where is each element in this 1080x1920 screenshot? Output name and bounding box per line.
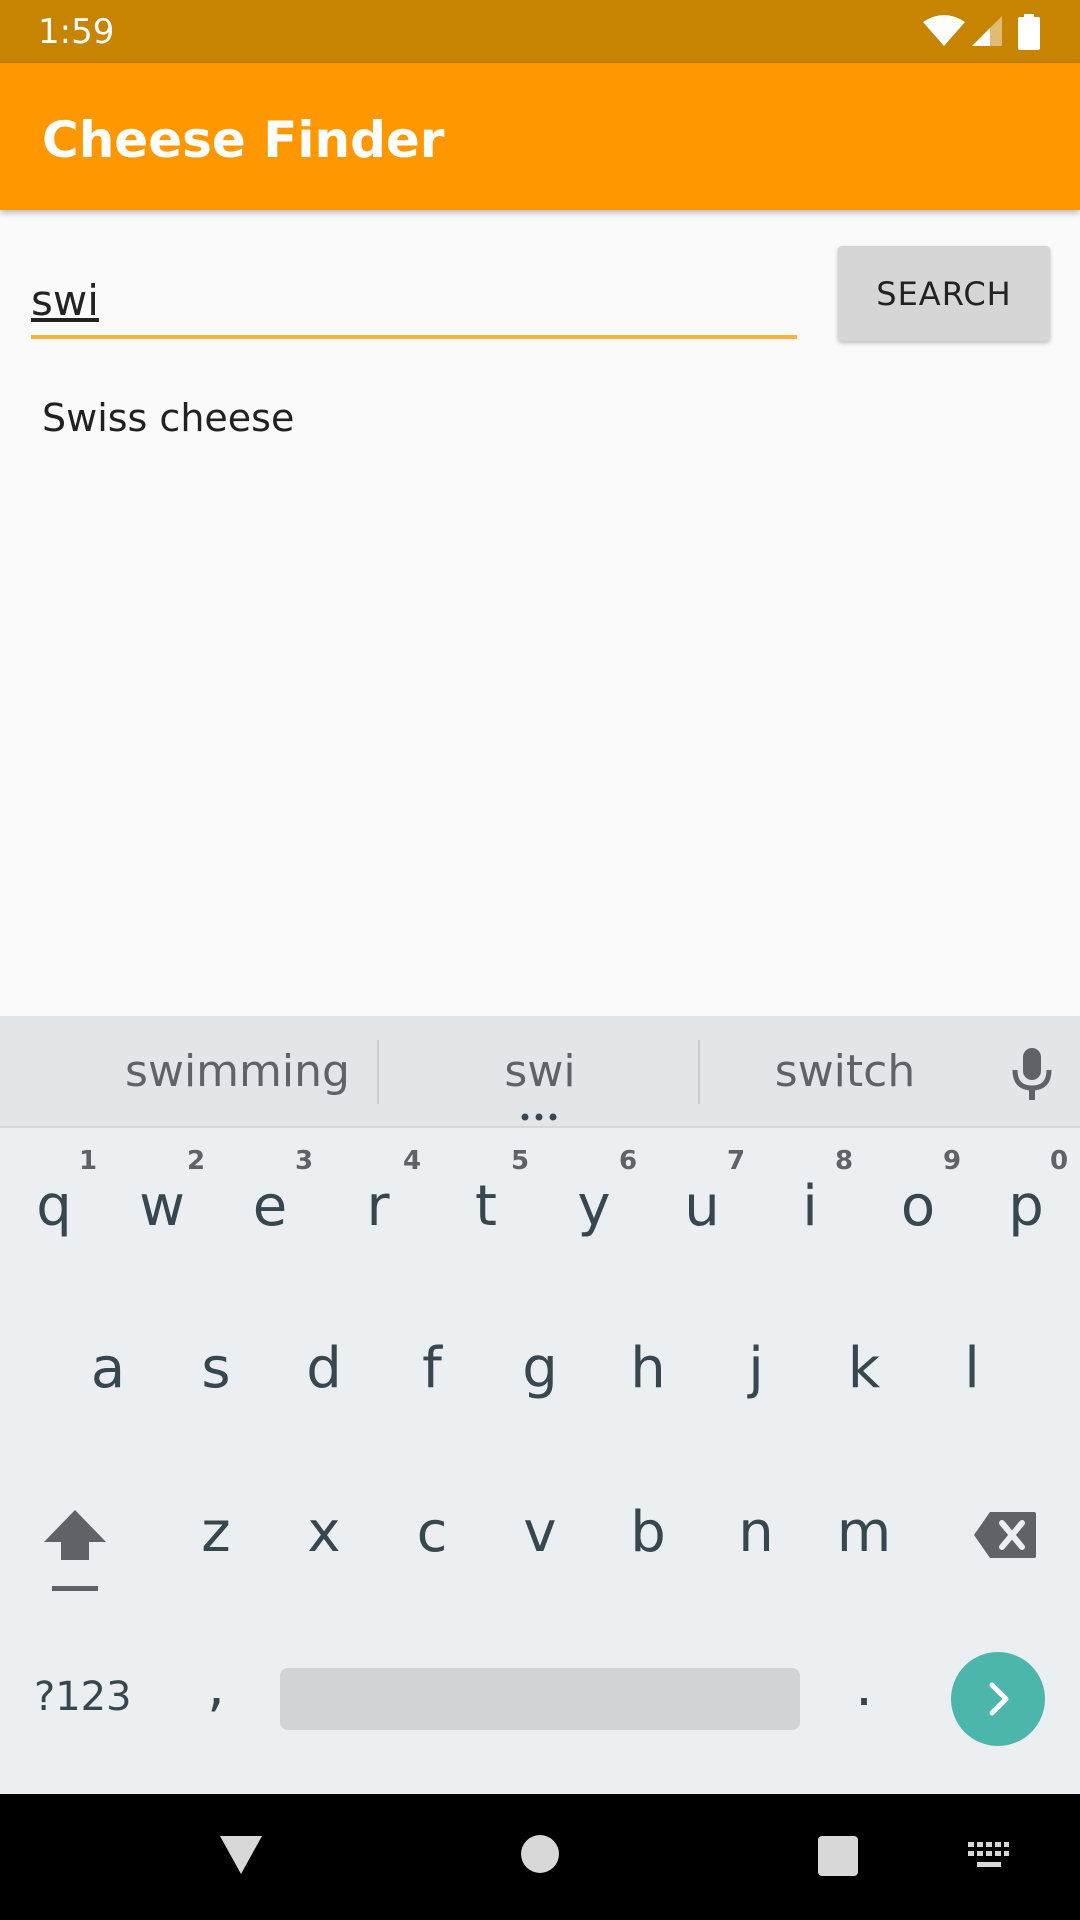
key-c[interactable]: c <box>392 1500 472 1565</box>
key-hint: 8 <box>835 1146 854 1176</box>
symbols-key[interactable]: ?123 <box>34 1674 132 1720</box>
key-f[interactable]: f <box>392 1336 472 1401</box>
key-y[interactable]: y <box>554 1174 634 1239</box>
suggestion-divider <box>698 1040 700 1104</box>
key-t[interactable]: t <box>446 1174 526 1239</box>
key-hint: 6 <box>619 1146 638 1176</box>
status-bar: 1:59 <box>0 0 1080 63</box>
key-l[interactable]: l <box>932 1336 1012 1401</box>
suggestion-swimming[interactable]: swimming <box>120 1046 355 1097</box>
recents-icon[interactable] <box>818 1836 858 1876</box>
key-hint: 1 <box>79 1146 98 1176</box>
key-comma[interactable]: , <box>176 1654 256 1719</box>
key-p[interactable]: p <box>986 1174 1066 1239</box>
key-n[interactable]: n <box>716 1500 796 1565</box>
navigation-bar <box>0 1794 1080 1920</box>
spacebar[interactable] <box>280 1668 800 1730</box>
key-e[interactable]: e <box>230 1174 310 1239</box>
suggestion-switch[interactable]: switch <box>740 1046 950 1097</box>
key-hint: 5 <box>511 1146 530 1176</box>
battery-icon <box>1018 14 1040 50</box>
shift-icon[interactable] <box>42 1508 108 1594</box>
microphone-icon[interactable] <box>1008 1046 1056 1102</box>
key-i[interactable]: i <box>770 1174 850 1239</box>
wifi-icon <box>923 15 965 46</box>
status-time: 1:59 <box>38 12 115 52</box>
key-x[interactable]: x <box>284 1500 364 1565</box>
key-z[interactable]: z <box>176 1500 256 1565</box>
key-u[interactable]: u <box>662 1174 742 1239</box>
key-s[interactable]: s <box>176 1336 256 1401</box>
key-b[interactable]: b <box>608 1500 688 1565</box>
enter-key[interactable] <box>951 1652 1045 1746</box>
more-suggestions-dots-icon <box>521 1113 557 1121</box>
key-m[interactable]: m <box>824 1500 904 1565</box>
chevron-right-icon <box>989 1682 1009 1716</box>
back-icon[interactable] <box>218 1834 264 1876</box>
suggestion-swi[interactable]: swi <box>440 1046 640 1097</box>
key-hint: 9 <box>943 1146 962 1176</box>
key-v[interactable]: v <box>500 1500 580 1565</box>
key-hint: 2 <box>187 1146 206 1176</box>
key-period[interactable]: . <box>824 1654 904 1719</box>
key-hint: 0 <box>1050 1146 1069 1176</box>
key-hint: 3 <box>295 1146 314 1176</box>
suggestion-strip: swimming swi switch <box>0 1016 1080 1128</box>
cellular-signal-icon <box>972 16 1002 46</box>
suggestion-divider <box>377 1040 379 1104</box>
key-hint: 7 <box>727 1146 746 1176</box>
keyboard-switch-icon[interactable] <box>966 1840 1010 1870</box>
search-button[interactable]: SEARCH <box>838 246 1050 341</box>
backspace-icon[interactable] <box>972 1510 1038 1560</box>
key-w[interactable]: w <box>122 1174 202 1239</box>
key-q[interactable]: q <box>14 1174 94 1239</box>
result-item[interactable]: Swiss cheese <box>42 396 294 440</box>
key-a[interactable]: a <box>68 1336 148 1401</box>
app-title: Cheese Finder <box>42 111 445 169</box>
key-o[interactable]: o <box>878 1174 958 1239</box>
key-k[interactable]: k <box>824 1336 904 1401</box>
app-bar: Cheese Finder <box>0 63 1080 210</box>
key-j[interactable]: j <box>716 1336 796 1401</box>
key-r[interactable]: r <box>338 1174 418 1239</box>
key-h[interactable]: h <box>608 1336 688 1401</box>
home-icon[interactable] <box>520 1834 560 1874</box>
key-hint: 4 <box>403 1146 422 1176</box>
key-d[interactable]: d <box>284 1336 364 1401</box>
search-input[interactable] <box>31 265 797 339</box>
key-g[interactable]: g <box>500 1336 580 1401</box>
soft-keyboard: swimming swi switch 1 2 3 4 5 6 7 8 9 0 … <box>0 1016 1080 1794</box>
